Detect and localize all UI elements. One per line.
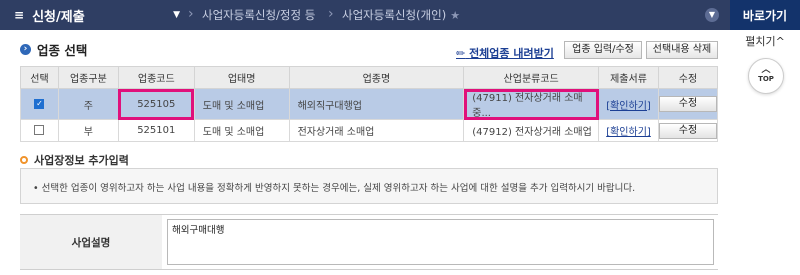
breadcrumb-label-1: 사업자등록신청/정정 등 <box>202 8 316 22</box>
breadcrumb-separator-icon: › <box>188 6 194 22</box>
class-code-cell: (47912) 전자상거래 소매업 <box>463 119 600 142</box>
section-title-text: 업종 선택 <box>37 43 88 58</box>
breadcrumb-level-1[interactable]: › 사업자등록신청/정정 등 <box>188 0 328 30</box>
download-icon: ✏ <box>456 47 466 60</box>
document-confirm-link[interactable]: [확인하기] <box>606 127 651 138</box>
arrow-up-icon: ︿ <box>761 65 771 75</box>
header-document: 제출서류 <box>598 66 659 89</box>
table-row[interactable]: ✓ 주 525105 도매 및 소매업 해외직구대행업 (47911) 전자상거… <box>20 88 719 120</box>
download-all-industries-link[interactable]: ✏ 전체업종 내려받기 <box>456 45 554 61</box>
type-cell: 부 <box>57 119 119 142</box>
scroll-top-label: TOP <box>758 75 774 83</box>
row-checkbox[interactable] <box>34 125 45 135</box>
extra-info-title: 사업장정보 추가입력 <box>20 152 129 168</box>
class-code-cell: (47911) 전자상거래 소매 중... <box>463 88 600 120</box>
industry-name-cell: 전자상거래 소매업 <box>288 119 465 142</box>
section-title: › 업종 선택 <box>20 40 87 59</box>
extra-info-title-text: 사업장정보 추가입력 <box>34 154 129 167</box>
document-cell: [확인하기] <box>598 119 659 142</box>
circle-arrow-icon: › <box>20 44 31 55</box>
select-cell <box>20 119 59 142</box>
row-checkbox[interactable]: ✓ <box>34 98 45 109</box>
code-cell: 525101 <box>117 119 195 142</box>
business-description-label: 사업설명 <box>20 215 162 269</box>
header-type: 업종구분 <box>57 66 119 89</box>
circle-bullet-icon <box>20 156 28 164</box>
header-code: 업종코드 <box>117 66 195 89</box>
header-edit: 수정 <box>657 66 719 89</box>
chevron-down-icon[interactable]: ▼ <box>705 8 719 22</box>
header-select: 선택 <box>20 66 59 89</box>
edit-cell: 수정 <box>657 88 719 120</box>
business-type-cell: 도매 및 소매업 <box>193 88 290 120</box>
menu-icon: ≡ <box>14 8 25 22</box>
breadcrumb-separator-icon: › <box>328 6 334 22</box>
edit-cell: 수정 <box>657 119 719 142</box>
header-business-type: 업태명 <box>193 66 290 89</box>
header-class-code: 산업분류코드 <box>463 66 600 89</box>
top-navigation-bar: ≡ 신청/제출 ▼ › 사업자등록신청/정정 등 › 사업자등록신청(개인) ★… <box>0 0 730 30</box>
industry-name-cell: 해외직구대행업 <box>288 88 465 120</box>
code-cell: 525105 <box>117 88 195 120</box>
industry-table: 선택 업종구분 업종코드 업태명 업종명 산업분류코드 제출서류 수정 ✓ 주 … <box>20 66 719 142</box>
edit-button[interactable]: 수정 <box>658 96 717 112</box>
expand-toggle[interactable]: 펼치기^ <box>735 33 795 49</box>
nav-menu-home[interactable]: ≡ 신청/제출 ▼ <box>0 0 188 30</box>
download-link-label: 전체업종 내려받기 <box>469 47 554 60</box>
quick-menu-button[interactable]: 바로가기 <box>730 0 800 30</box>
business-description-textarea[interactable]: 해외구매대행 <box>167 219 714 265</box>
dropdown-caret-icon[interactable]: ▼ <box>173 10 180 20</box>
document-cell: [확인하기] <box>598 88 659 120</box>
breadcrumb-level-2[interactable]: › 사업자등록신청(개인) ★ <box>328 0 528 30</box>
industry-input-button[interactable]: 업종 입력/수정 <box>564 41 642 59</box>
table-header-row: 선택 업종구분 업종코드 업태명 업종명 산업분류코드 제출서류 수정 <box>20 66 719 89</box>
favorite-star-icon[interactable]: ★ <box>450 9 460 22</box>
breadcrumb-label-2: 사업자등록신청(개인) <box>342 8 447 22</box>
business-description-row: 사업설명 해외구매대행 <box>20 214 718 270</box>
delete-selected-button[interactable]: 선택내용 삭제 <box>646 41 718 59</box>
document-confirm-link[interactable]: [확인하기] <box>606 101 651 112</box>
scroll-top-button[interactable]: ︿ TOP <box>748 58 784 94</box>
nav-home-label: 신청/제출 <box>32 9 85 25</box>
header-industry-name: 업종명 <box>288 66 465 89</box>
table-row[interactable]: 부 525101 도매 및 소매업 전자상거래 소매업 (47912) 전자상거… <box>20 119 719 142</box>
business-type-cell: 도매 및 소매업 <box>193 119 290 142</box>
type-cell: 주 <box>57 88 119 120</box>
select-cell: ✓ <box>20 88 59 120</box>
edit-button[interactable]: 수정 <box>658 122 717 139</box>
notice-box: • 선택한 업종이 영위하고자 하는 사업 내용을 정확하게 반영하지 못하는 … <box>20 168 718 204</box>
